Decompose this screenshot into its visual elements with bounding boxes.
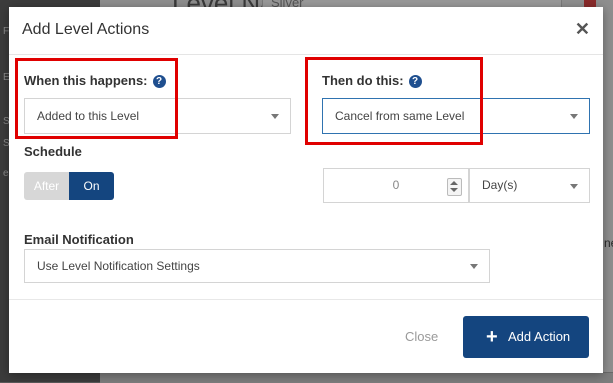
plus-icon: + <box>486 326 498 348</box>
chevron-down-icon <box>570 184 578 189</box>
close-button[interactable]: Close <box>405 329 438 344</box>
schedule-toggle[interactable]: After On <box>24 172 114 200</box>
background-sidebar-glyph: e <box>3 168 9 179</box>
stepper-up-icon[interactable] <box>450 181 458 185</box>
highlight-box-action <box>305 57 483 145</box>
highlight-box-trigger <box>15 58 178 139</box>
schedule-amount-input[interactable]: 0 <box>323 168 469 203</box>
email-notification-label: Email Notification <box>24 232 134 247</box>
dialog-header: Add Level Actions ✕ <box>9 7 603 55</box>
chevron-down-icon <box>470 264 478 269</box>
stepper-down-icon[interactable] <box>450 188 458 192</box>
dialog-title: Add Level Actions <box>22 21 150 38</box>
email-notification-value: Use Level Notification Settings <box>37 259 200 273</box>
background-right-text: ne <box>604 236 613 250</box>
email-notification-select[interactable]: Use Level Notification Settings <box>24 249 490 283</box>
number-stepper[interactable] <box>447 178 462 196</box>
schedule-unit-select[interactable]: Day(s) <box>469 168 590 203</box>
schedule-unit-value: Day(s) <box>482 178 518 192</box>
schedule-label: Schedule <box>24 144 82 159</box>
add-action-label: Add Action <box>508 329 571 344</box>
schedule-amount-value: 0 <box>392 178 400 192</box>
footer-divider <box>9 299 603 300</box>
toggle-after-option[interactable]: After <box>24 172 69 200</box>
add-level-actions-dialog: Add Level Actions ✕ When this happens:? … <box>9 7 603 373</box>
toggle-on-option[interactable]: On <box>69 172 114 200</box>
chevron-down-icon <box>271 114 279 119</box>
background-bottom-strip <box>100 372 613 383</box>
chevron-down-icon <box>570 114 578 119</box>
close-icon[interactable]: ✕ <box>575 20 590 38</box>
add-action-button[interactable]: + Add Action <box>463 316 589 358</box>
